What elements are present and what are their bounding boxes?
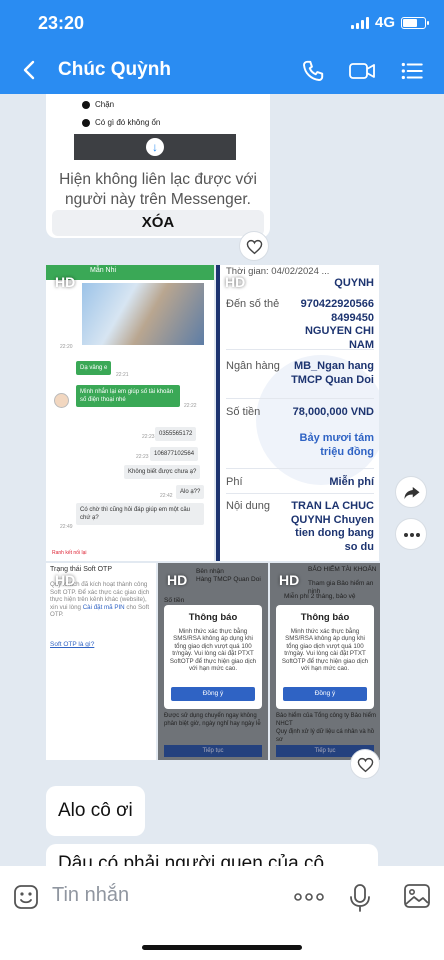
messenger-screenshot: Chặn Có gì đó không ổn ↓ xyxy=(74,94,236,160)
warning-icon xyxy=(82,118,90,127)
dialog-title: Thông báo xyxy=(300,612,350,623)
image-notice-dialog-1[interactable]: Bên nhận Hàng TMCP Quan Doi Số tiền Thôn… xyxy=(158,563,268,760)
to-account-label: Đến số thẻ xyxy=(226,298,280,310)
block-icon xyxy=(82,100,90,109)
message-bubble[interactable]: Alo cô ơi xyxy=(46,786,145,836)
chat-bubble: Alo ạ?? xyxy=(176,485,205,499)
chevron-left-icon[interactable] xyxy=(18,58,42,82)
phone-icon[interactable] xyxy=(300,58,326,84)
messenger-notice: Hiện không liên lạc được với người này t… xyxy=(59,171,257,208)
chat-bubble: Mình nhắn lại em giúp số tài khoản số đi… xyxy=(76,385,180,407)
amount-words: Bảy mươi tám triệu đồng xyxy=(299,432,374,458)
chat-bubble: 106877102564 xyxy=(150,447,199,461)
forward-button[interactable] xyxy=(395,476,427,508)
dialog-ok-button: Đồng ý xyxy=(283,687,367,701)
heart-icon xyxy=(357,757,374,773)
status-bar: 23:20 4G xyxy=(0,0,444,46)
forward-icon xyxy=(404,487,420,499)
fee-value: Miễn phí xyxy=(329,476,374,488)
video-icon[interactable] xyxy=(348,58,376,84)
chat-header: Chúc Quỳnh xyxy=(0,46,444,94)
network-label: 4G xyxy=(374,14,395,31)
chat-area[interactable]: Chặn Có gì đó không ổn ↓ Hiện không liên… xyxy=(0,94,444,866)
content-value: TRAN LA CHUC QUYNH Chuyen tien dong bang… xyxy=(290,500,374,553)
dialog-title: Thông báo xyxy=(188,612,238,623)
chat-bubble: Có chờ thì cũng hỏi đáp giúp em một câu … xyxy=(76,503,204,525)
receipt-stripe xyxy=(216,265,220,561)
image-transfer-receipt[interactable]: Thời gian: 04/02/2024 ... QUYNH Đến số t… xyxy=(216,265,379,561)
list-icon[interactable] xyxy=(399,58,425,84)
otp-question-link: Soft OTP là gì? xyxy=(50,641,95,648)
emoji-icon[interactable] xyxy=(12,883,40,911)
chat-bubble: Không biết được chưa ạ? xyxy=(124,465,201,479)
more-dots-icon[interactable] xyxy=(294,892,324,902)
image-notice-dialog-2[interactable]: BẢO HIỂM TÀI KHOẢN Tham gia Bảo hiểm an … xyxy=(270,563,380,760)
screenshot-photo xyxy=(82,283,204,345)
pin-link: Cài đặt mã PIN xyxy=(82,603,125,611)
battery-icon xyxy=(401,16,429,29)
bank-value: MB_Ngan hang TMCP Quan Doi xyxy=(291,360,374,386)
react-heart-button[interactable] xyxy=(350,749,380,779)
dialog-message: Minh thức xác thực bằng SMS/RSA không áp… xyxy=(169,628,257,673)
to-account-value: 970422920566 8499450 NGUYEN CHI NAM xyxy=(300,298,374,351)
status-time: 23:20 xyxy=(38,13,85,33)
content-label: Nội dung xyxy=(226,500,271,512)
chat-bubble: 0355565172 xyxy=(155,427,197,441)
report-row: Có gì đó không ổn xyxy=(82,118,160,127)
status-indicators: 4G xyxy=(350,14,429,31)
notice-dialog: Thông báo Minh thức xác thực bằng SMS/RS… xyxy=(164,605,262,709)
image-soft-otp[interactable]: Trạng thái Soft OTP Quý khách đã kích ho… xyxy=(46,563,156,760)
continue-button: Tiếp tục xyxy=(164,745,262,757)
more-dots-icon xyxy=(404,533,420,537)
react-heart-button[interactable] xyxy=(239,231,269,261)
amount-value: 78,000,000 VND xyxy=(292,406,374,418)
arrow-down-icon: ↓ xyxy=(146,138,164,156)
hd-badge: HD xyxy=(55,572,76,588)
bank-label: Ngân hàng xyxy=(226,360,280,372)
battery-level xyxy=(403,18,417,27)
delete-button[interactable]: XÓA xyxy=(52,210,264,236)
heart-icon xyxy=(246,239,263,255)
avatar xyxy=(54,393,69,408)
hd-badge: HD xyxy=(167,572,188,588)
block-row: Chặn xyxy=(82,100,114,109)
microphone-icon[interactable] xyxy=(348,883,372,913)
dialog-ok-button: Đồng ý xyxy=(171,687,255,701)
hd-badge: HD xyxy=(225,274,246,290)
notice-dialog: Thông báo Minh thức xác thực bằng SMS/RS… xyxy=(276,605,374,709)
messenger-share-card[interactable]: Chặn Có gì đó không ổn ↓ Hiện không liên… xyxy=(46,94,270,238)
message-bubble[interactable]: Dậu có phải người quen của cô xyxy=(46,844,378,866)
screenshot-footer: Ranh kết nối lại xyxy=(52,550,87,556)
hd-badge: HD xyxy=(55,274,76,290)
chat-bubble: Dạ vâng e xyxy=(76,361,112,375)
hd-badge: HD xyxy=(279,572,300,588)
dialog-message: Minh thức xác thực bằng SMS/RSA không áp… xyxy=(281,628,369,673)
message-input-bar: Tin nhắn xyxy=(0,866,444,960)
more-options-button[interactable] xyxy=(395,518,427,550)
contact-name[interactable]: Chúc Quỳnh xyxy=(58,59,171,81)
home-indicator xyxy=(142,945,302,950)
signal-icon xyxy=(350,16,369,29)
fee-label: Phí xyxy=(226,476,243,488)
message-input[interactable]: Tin nhắn xyxy=(52,884,129,907)
amount-label: Số tiền xyxy=(226,406,261,418)
image-chat-screenshot[interactable]: Mẫn Nhi 22:20 Dạ vâng e 22:21 Mình nhắn … xyxy=(46,265,214,561)
image-gallery-icon[interactable] xyxy=(403,883,431,909)
